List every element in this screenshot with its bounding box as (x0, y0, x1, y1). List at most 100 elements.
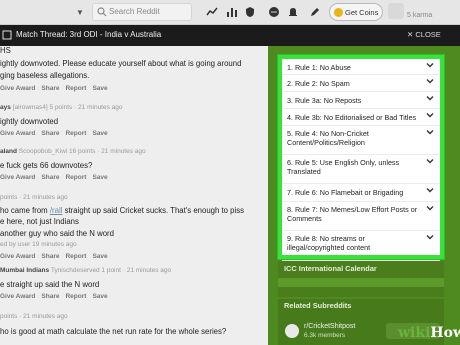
chat-icon[interactable] (268, 6, 280, 18)
rule-label: 5. Rule 4: No Non-Cricket Content/Politi… (287, 129, 369, 147)
subreddit-name[interactable]: r/CricketShitpost (304, 323, 355, 330)
action-save[interactable]: Save (92, 174, 107, 181)
rule-label: 3. Rule 3a: No Reposts (287, 96, 362, 105)
comment-author[interactable]: Mumbai Indians (0, 267, 49, 274)
chevron-down-icon (426, 96, 434, 101)
comment-meta: ays [alrowmas4] 5 points · 21 minutes ag… (0, 104, 123, 111)
calendar-widget: ICC International Calendar (278, 261, 444, 297)
rule-item[interactable]: 6. Rule 5: Use English Only, unless Tran… (282, 155, 440, 184)
rule-item[interactable]: 2. Rule 2: No Spam (282, 75, 440, 92)
comment-text: e here, not just Indians (0, 217, 79, 226)
action-report[interactable]: Report (65, 85, 86, 92)
subreddit-link[interactable]: /rall (50, 206, 63, 215)
user-menu[interactable]: 5 karma (388, 2, 460, 23)
action-give-award[interactable]: Give Award (0, 130, 35, 137)
bell-icon[interactable] (287, 6, 299, 18)
action-give-award[interactable]: Give Award (0, 253, 35, 260)
subreddit-icon (285, 324, 299, 338)
chevron-down-icon (426, 63, 434, 68)
comment-meta: Mumbai Indians Tynischdeserved 1 point ·… (0, 267, 171, 274)
comment-actions: Give Award Share Report Save (0, 253, 114, 260)
action-give-award[interactable]: Give Award (0, 85, 35, 92)
action-give-award[interactable]: Give Award (0, 293, 35, 300)
comment-info: points · 21 minutes ago (0, 194, 68, 201)
rule-label: 1. Rule 1: No Abuse (287, 63, 351, 72)
reddit-header: ▼ Search Reddit Get Coins 5 karma (0, 0, 460, 25)
chevron-down-icon (426, 188, 434, 193)
action-give-award[interactable]: Give Award (0, 174, 35, 181)
action-save[interactable]: Save (92, 293, 107, 300)
rule-item[interactable]: 7. Rule 6: No Flamebait or Brigading (282, 184, 440, 202)
comment-text: HS (0, 46, 11, 55)
close-button[interactable]: ✕ CLOSE (407, 30, 441, 39)
rule-label: 7. Rule 6: No Flamebait or Brigading (287, 188, 404, 197)
rule-item[interactable]: 4. Rule 3b: No Editorialised or Bad Titl… (282, 109, 440, 126)
shield-icon[interactable] (244, 6, 256, 18)
rule-item[interactable]: 8. Rule 7: No Memes/Low Effort Posts or … (282, 202, 440, 231)
search-placeholder: Search Reddit (109, 7, 160, 16)
action-save[interactable]: Save (92, 130, 107, 137)
chevron-down-icon (426, 159, 434, 164)
rule-label: 4. Rule 3b: No Editorialised or Bad Titl… (287, 113, 417, 122)
rule-label: 9. Rule 8: No streams or illegal/copyrig… (287, 234, 371, 252)
close-label: CLOSE (415, 30, 441, 39)
comment-text: another guy who said the N word (0, 229, 114, 238)
comment-author[interactable]: ays (0, 104, 11, 111)
comment-info: Scoopobob_Kiwi 16 points · 21 minutes ag… (18, 148, 146, 155)
get-coins-button[interactable]: Get Coins (329, 3, 383, 21)
action-share[interactable]: Share (41, 174, 59, 181)
action-share[interactable]: Share (41, 253, 59, 260)
comment-actions: Give Award Share Report Save (0, 293, 114, 300)
action-save[interactable]: Save (92, 253, 107, 260)
action-save[interactable]: Save (92, 85, 107, 92)
related-title: Related Subreddits (284, 301, 352, 310)
user-karma: 5 karma (407, 12, 433, 19)
calendar-title: ICC International Calendar (284, 264, 377, 273)
chevron-down-icon[interactable]: ▼ (76, 8, 84, 17)
comment-text: ho came from /rall straight up said Cric… (0, 206, 245, 215)
subreddit-members: 6.3k members (304, 332, 346, 339)
comment-text: ho is good at math calculate the net run… (0, 327, 227, 336)
rule-label: 8. Rule 7: No Memes/Low Effort Posts or … (287, 205, 418, 223)
action-share[interactable]: Share (41, 293, 59, 300)
comment-meta: points · 21 minutes ago (0, 313, 68, 320)
chevron-down-icon (426, 130, 434, 135)
chevron-down-icon (426, 206, 434, 211)
comment-info: ed by user 19 minutes ago (0, 241, 77, 248)
action-share[interactable]: Share (41, 85, 59, 92)
comment-text: ightly downvoted (0, 117, 59, 126)
comment-author[interactable]: aland (0, 148, 17, 155)
sidebar: 1. Rule 1: No Abuse 2. Rule 2: No Spam 3. … (268, 46, 460, 345)
comment-text: e fuck gets 66 downvotes? (0, 161, 93, 170)
rule-label: 6. Rule 5: Use English Only, unless Tran… (287, 158, 400, 176)
watermark: wikiHow (398, 325, 460, 341)
action-report[interactable]: Report (65, 253, 86, 260)
comment-text: e straight up said the N word (0, 280, 100, 289)
stats-icon[interactable] (226, 6, 238, 18)
post-icon (2, 30, 12, 40)
action-share[interactable]: Share (41, 130, 59, 137)
comment-meta: points · 21 minutes ago (0, 194, 68, 201)
comment-info: [alrowmas4] 5 points · 21 minutes ago (12, 104, 123, 111)
rule-item[interactable]: 5. Rule 4: No Non-Cricket Content/Politi… (282, 126, 440, 155)
action-report[interactable]: Report (65, 130, 86, 137)
thread-title: Match Thread: 3rd ODI - India v Australi… (16, 30, 162, 39)
chevron-down-icon (426, 113, 434, 118)
avatar (388, 3, 404, 19)
comment-info: Tynischdeserved 1 point · 21 minutes ago (50, 267, 172, 274)
chevron-down-icon (426, 235, 434, 240)
rule-label: 2. Rule 2: No Spam (287, 79, 350, 88)
action-report[interactable]: Report (65, 174, 86, 181)
trending-icon[interactable] (206, 6, 218, 18)
rules-widget: 1. Rule 1: No Abuse 2. Rule 2: No Spam 3. … (278, 55, 444, 261)
chevron-down-icon (426, 79, 434, 84)
rule-item[interactable]: 3. Rule 3a: No Reposts (282, 92, 440, 109)
action-report[interactable]: Report (65, 293, 86, 300)
pencil-icon[interactable] (309, 6, 321, 18)
rule-item[interactable]: 1. Rule 1: No Abuse (282, 59, 440, 75)
rule-item[interactable]: 9. Rule 8: No streams or illegal/copyrig… (282, 231, 440, 261)
comment-actions: Give Award Share Report Save (0, 174, 114, 181)
thread-title-bar: Match Thread: 3rd ODI - India v Australi… (0, 25, 460, 46)
search-input[interactable]: Search Reddit (92, 3, 192, 21)
comment-meta: aland Scoopobob_Kiwi 16 points · 21 minu… (0, 148, 146, 155)
